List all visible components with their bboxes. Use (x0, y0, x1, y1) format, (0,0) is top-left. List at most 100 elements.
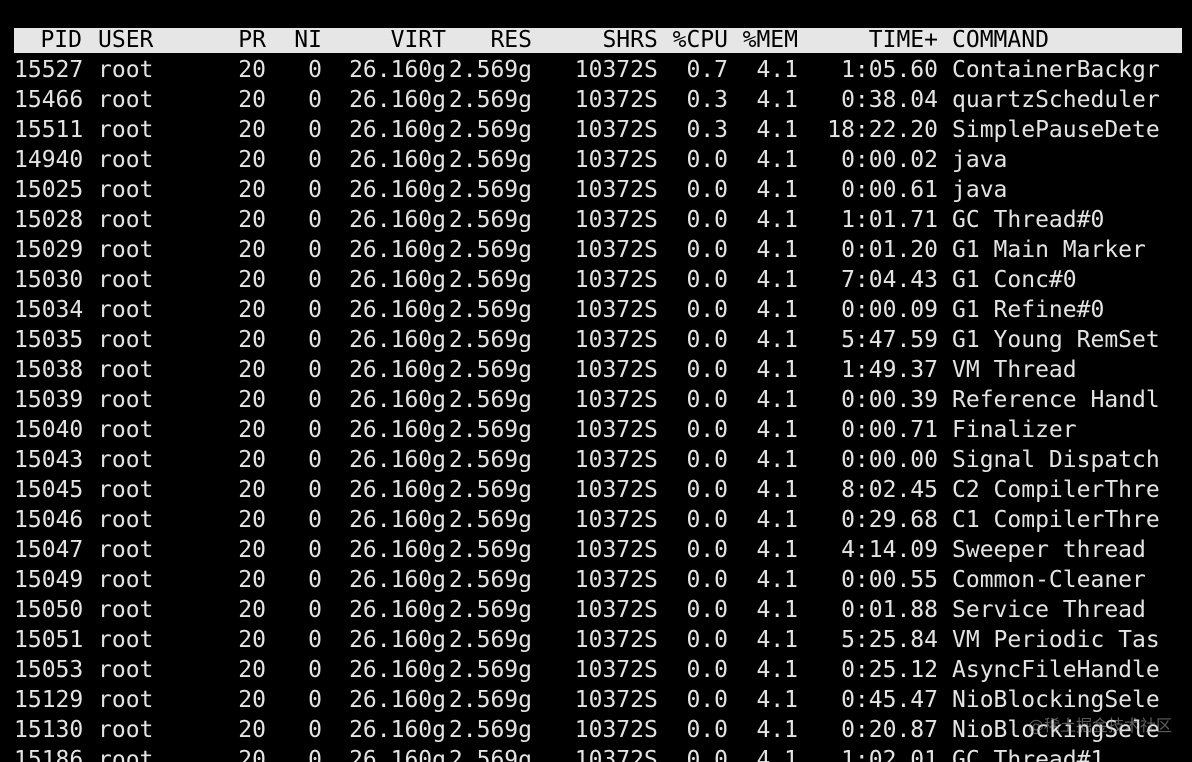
cell-pid: 15053 (14, 657, 84, 683)
cell-cpu: 0.0 (686, 387, 728, 413)
cell-mem: 4.1 (756, 387, 798, 413)
process-row: 15527 root 20 0 26.160g 2.569g 10372 S 0.7 4.1 1:0… (14, 55, 1182, 85)
cell-command: Common-Cleaner (952, 567, 1146, 593)
cell-time: 4:14.09 (841, 537, 938, 563)
cell-pid: 15029 (14, 237, 84, 263)
cell-state: S (644, 267, 658, 293)
cell-pr: 20 (238, 177, 266, 203)
cell-ni: 0 (308, 117, 322, 143)
cell-res: 2.569g (448, 357, 532, 383)
cell-virt: 26.160g (349, 57, 446, 83)
cell-shr: 10372 (574, 357, 644, 383)
cell-virt: 26.160g (349, 237, 446, 263)
cell-res: 2.569g (448, 747, 532, 762)
cell-pr: 20 (238, 57, 266, 83)
process-row: 15047 root 20 0 26.160g 2.569g 10372 S 0.0 4.1 4:1… (14, 535, 1182, 565)
cell-time: 0:45.47 (841, 687, 938, 713)
cell-cpu: 0.0 (686, 567, 728, 593)
cell-pr: 20 (238, 267, 266, 293)
process-row: 15051 root 20 0 26.160g 2.569g 10372 S 0.0 4.1 5:2… (14, 625, 1182, 655)
cell-cpu: 0.0 (686, 267, 728, 293)
cell-mem: 4.1 (756, 447, 798, 473)
cell-time: 0:00.61 (841, 177, 938, 203)
cell-res: 2.569g (448, 537, 532, 563)
cell-res: 2.569g (448, 507, 532, 533)
cell-res: 2.569g (448, 717, 532, 743)
cell-user: root (98, 267, 154, 293)
cell-cpu: 0.0 (686, 507, 728, 533)
cell-pr: 20 (238, 387, 266, 413)
cell-user: root (98, 207, 154, 233)
cell-mem: 4.1 (756, 477, 798, 503)
cell-ni: 0 (308, 507, 322, 533)
cell-shr: 10372 (574, 627, 644, 653)
cell-command: GC Thread#0 (952, 207, 1105, 233)
cell-pr: 20 (238, 657, 266, 683)
header-ni: NI (294, 27, 322, 53)
cell-state: S (644, 177, 658, 203)
cell-cpu: 0.0 (686, 237, 728, 263)
cell-cpu: 0.3 (686, 117, 728, 143)
cell-mem: 4.1 (756, 567, 798, 593)
cell-mem: 4.1 (756, 267, 798, 293)
cell-state: S (644, 747, 658, 762)
cell-time: 0:00.00 (841, 447, 938, 473)
cell-shr: 10372 (574, 207, 644, 233)
cell-ni: 0 (308, 87, 322, 113)
cell-state: S (644, 147, 658, 173)
cell-shr: 10372 (574, 507, 644, 533)
cell-cpu: 0.0 (686, 747, 728, 762)
cell-cpu: 0.0 (686, 657, 728, 683)
header-virt: VIRT (390, 27, 446, 53)
cell-ni: 0 (308, 207, 322, 233)
cell-virt: 26.160g (349, 597, 446, 623)
cell-cpu: 0.0 (686, 597, 728, 623)
cell-pid: 15129 (14, 687, 84, 713)
process-row: 14940 root 20 0 26.160g 2.569g 10372 S 0.0 4.1 0:0… (14, 145, 1182, 175)
cell-mem: 4.1 (756, 237, 798, 263)
header-cpu: %CPU (672, 27, 728, 53)
cell-time: 0:29.68 (841, 507, 938, 533)
cell-command: VM Thread (952, 357, 1077, 383)
cell-virt: 26.160g (349, 477, 446, 503)
header-time: TIME+ (868, 27, 938, 53)
cell-shr: 10372 (574, 687, 644, 713)
process-row: 15466 root 20 0 26.160g 2.569g 10372 S 0.3 4.1 0:3… (14, 85, 1182, 115)
cell-res: 2.569g (448, 57, 532, 83)
cell-state: S (644, 567, 658, 593)
cell-virt: 26.160g (349, 537, 446, 563)
cell-user: root (98, 687, 154, 713)
cell-user: root (98, 537, 154, 563)
cell-command: Signal Dispatch (952, 447, 1160, 473)
cell-ni: 0 (308, 267, 322, 293)
cell-ni: 0 (308, 387, 322, 413)
cell-command: Sweeper thread (952, 537, 1146, 563)
cell-time: 0:00.55 (841, 567, 938, 593)
process-row: 15043 root 20 0 26.160g 2.569g 10372 S 0.0 4.1 0:0… (14, 445, 1182, 475)
process-row: 15511 root 20 0 26.160g 2.569g 10372 S 0.3 4.1 18:… (14, 115, 1182, 145)
cell-pid: 15039 (14, 387, 84, 413)
cell-user: root (98, 357, 154, 383)
cell-state: S (644, 117, 658, 143)
terminal-window[interactable]: PID USER PR NI VIRT RES SHR S %CPU %MEM … (0, 0, 1192, 762)
cell-ni: 0 (308, 627, 322, 653)
cell-time: 0:20.87 (841, 717, 938, 743)
cell-command: Finalizer (952, 417, 1077, 443)
cell-res: 2.569g (448, 657, 532, 683)
cell-command: SimplePauseDete (952, 117, 1160, 143)
cell-pr: 20 (238, 627, 266, 653)
cell-shr: 10372 (574, 747, 644, 762)
cell-mem: 4.1 (756, 117, 798, 143)
process-row: 15029 root 20 0 26.160g 2.569g 10372 S 0.0 4.1 0:0… (14, 235, 1182, 265)
cell-cpu: 0.3 (686, 87, 728, 113)
cell-ni: 0 (308, 687, 322, 713)
cell-shr: 10372 (574, 117, 644, 143)
cell-command: quartzScheduler (952, 87, 1160, 113)
cell-virt: 26.160g (349, 657, 446, 683)
cell-pid: 15130 (14, 717, 84, 743)
cell-mem: 4.1 (756, 357, 798, 383)
cell-command: AsyncFileHandle (952, 657, 1160, 683)
cell-state: S (644, 327, 658, 353)
cell-res: 2.569g (448, 87, 532, 113)
cell-time: 8:02.45 (841, 477, 938, 503)
